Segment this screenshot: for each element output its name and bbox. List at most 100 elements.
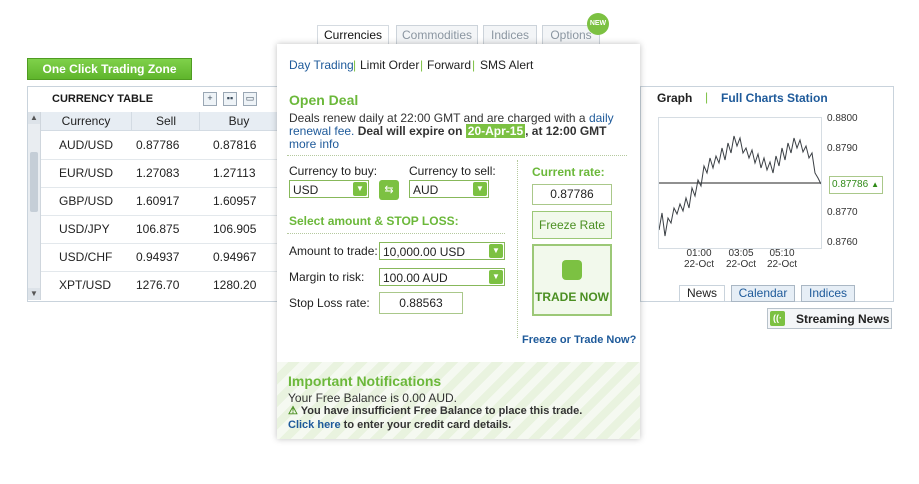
divider [287,155,627,156]
currency-to-sell-select[interactable]: AUD ▼ [409,180,489,198]
nav-limit-order[interactable]: Limit Order [360,58,419,72]
row-buy[interactable]: 0.87816 [213,138,256,152]
credit-card-line: Click here to enter your credit card det… [288,419,511,431]
window-icon[interactable]: ▭ [243,92,257,106]
row-sell[interactable]: 106.875 [136,222,179,236]
table-row[interactable]: GBP/USD 1.60917 1.60957 [41,187,277,216]
currency-to-sell-value: AUD [413,183,439,197]
row-buy[interactable]: 0.94967 [213,250,256,264]
warning-line: ⚠ You have insufficient Free Balance to … [288,404,582,417]
deal-expire-text: Deal will expire on [357,124,463,138]
full-charts-link[interactable]: Full Charts Station [721,91,828,105]
more-info-link[interactable]: more info [289,137,339,151]
table-row[interactable]: XPT/USD 1276.70 1280.20 [41,271,277,299]
table-row[interactable]: USD/CHF 0.94937 0.94967 [41,243,277,272]
signal-icon: ((· [770,311,785,326]
row-buy[interactable]: 1280.20 [213,278,256,292]
nav-separator: | [420,58,424,72]
row-sell[interactable]: 1.60917 [136,194,179,208]
table-row[interactable]: AUD/USD 0.87786 0.87816 [41,131,277,160]
price-line-chart [658,135,822,237]
x-tick-time: 05:10 [769,248,795,259]
col-sell[interactable]: Sell [131,112,200,131]
amount-value: 10,000.00 USD [383,245,466,259]
scroll-up-icon[interactable]: ▲ [28,112,40,124]
nav-separator: | [472,58,476,72]
tab-commodities[interactable]: Commodities [396,25,478,45]
row-sell[interactable]: 1.27083 [136,166,179,180]
price-series-line [658,135,822,237]
nav-day-trading[interactable]: Day Trading [289,58,354,72]
stop-square-icon [562,260,582,280]
one-click-trading-button[interactable]: One Click Trading Zone [27,58,192,80]
tab-news[interactable]: News [679,285,725,302]
x-tick-time: 01:00 [686,248,712,259]
tab-currencies[interactable]: Currencies [317,25,389,45]
row-buy[interactable]: 1.60957 [213,194,256,208]
freeze-or-trade-link[interactable]: Freeze or Trade Now? [522,334,636,346]
row-pair: AUD/USD [59,138,114,152]
trade-now-label: TRADE NOW [535,290,609,304]
graph-separator: | [705,90,709,104]
deal-panel: Day Trading | Limit Order | Forward | SM… [277,44,640,439]
currency-table-title: CURRENCY TABLE [52,93,154,105]
warning-text: You have insufficient Free Balance to pl… [300,405,583,417]
y-tick: 0.8770 [827,207,858,218]
current-value-tag: 0.87786 ▲ [829,176,883,194]
y-tick: 0.8790 [827,143,858,154]
margin-label: Margin to risk: [289,270,365,284]
currency-to-sell-label: Currency to sell: [409,164,496,178]
grid-icon[interactable]: ▪▪ [223,92,237,106]
current-rate-label: Current rate: [532,165,605,179]
chevron-down-icon[interactable]: ▼ [489,270,503,284]
col-currency[interactable]: Currency [41,112,131,131]
freeze-rate-button[interactable]: Freeze Rate [532,211,612,239]
row-pair: USD/CHF [59,250,113,264]
streaming-news-button[interactable]: ((· Streaming News [767,308,892,329]
table-row[interactable]: EUR/USD 1.27083 1.27113 [41,159,277,188]
x-tick-date: 22-Oct [683,259,714,270]
currency-to-buy-select[interactable]: USD ▼ [289,180,369,198]
amount-select[interactable]: 10,000.00 USD ▼ [379,242,505,260]
currency-to-buy-value: USD [293,183,319,197]
x-tick-date: 22-Oct [725,259,756,270]
x-tick: 03:05 22-Oct [721,248,761,270]
chevron-down-icon[interactable]: ▼ [473,182,487,196]
plus-icon[interactable]: + [203,92,217,106]
deal-expire-time: , at 12:00 GMT [525,124,607,138]
notifications-box: Important Notifications Your Free Balanc… [277,362,640,439]
deal-info: Deals renew daily at 22:00 GMT and are c… [289,112,629,151]
select-amount-label: Select amount & STOP LOSS: [289,214,459,228]
tab-calendar[interactable]: Calendar [731,285,795,302]
chevron-down-icon[interactable]: ▼ [353,182,367,196]
graph-panel: Graph | Full Charts Station 0.8800 0.879… [640,86,894,302]
x-tick: 01:00 22-Oct [679,248,719,270]
chevron-down-icon[interactable]: ▼ [489,244,503,258]
x-tick: 05:10 22-Oct [762,248,802,270]
click-here-link[interactable]: Click here [288,419,341,431]
currency-table-panel: CURRENCY TABLE + ▪▪ ▭ Currency Sell Buy … [27,86,279,302]
price-graph[interactable] [658,117,822,249]
margin-select[interactable]: 100.00 AUD ▼ [379,268,505,286]
tab-indices[interactable]: Indices [801,285,855,302]
col-buy[interactable]: Buy [199,112,278,131]
warning-icon: ⚠ [288,405,298,417]
nav-sms-alert[interactable]: SMS Alert [480,58,533,72]
table-scrollbar[interactable]: ▲ ▼ [28,112,41,300]
swap-icon[interactable]: ⇆ [379,180,399,200]
row-sell[interactable]: 0.94937 [136,250,179,264]
row-buy[interactable]: 1.27113 [213,166,256,180]
row-buy[interactable]: 106.905 [213,222,256,236]
trade-now-button[interactable]: TRADE NOW [532,244,612,316]
divider [287,233,505,234]
stoploss-input[interactable]: 0.88563 [379,292,463,314]
tab-indices-main[interactable]: Indices [483,25,537,45]
row-sell[interactable]: 1276.70 [136,278,179,292]
scroll-thumb[interactable] [30,152,38,212]
y-tick: 0.8760 [827,237,858,248]
nav-forward[interactable]: Forward [427,58,471,72]
table-row[interactable]: USD/JPY 106.875 106.905 [41,215,277,244]
graph-title: Graph [657,91,693,105]
scroll-down-icon[interactable]: ▼ [28,288,40,300]
row-sell[interactable]: 0.87786 [136,138,179,152]
